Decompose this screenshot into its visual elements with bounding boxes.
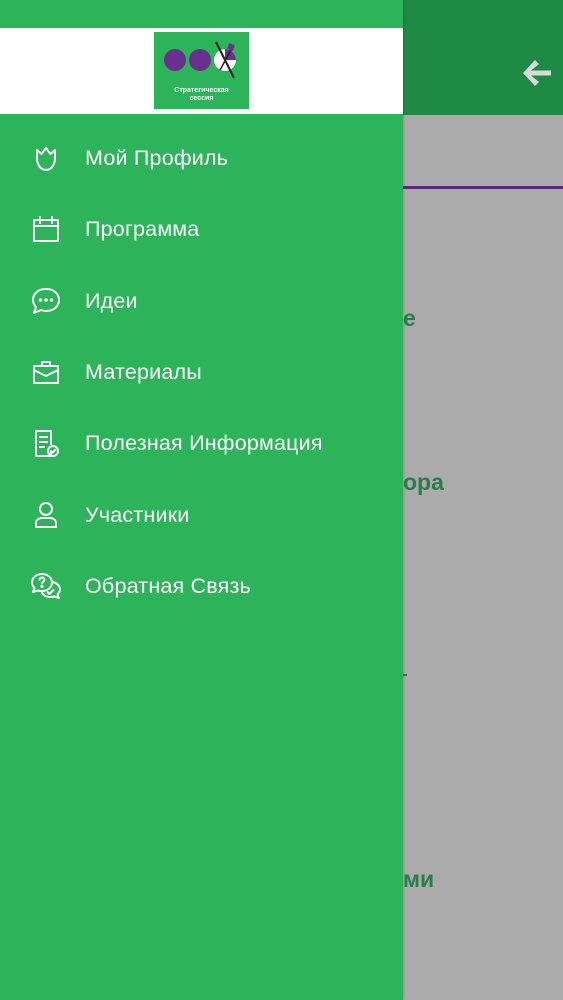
menu-label: Обратная Связь [85,573,251,598]
logo-text-line2: сессия [189,95,214,102]
page-content-card [400,189,563,675]
menu-item-program[interactable]: Программа [0,194,403,265]
logo-mark-icon [163,41,236,79]
menu-label: Мой Профиль [85,146,229,171]
navigation-drawer: Стратегическая сессия Мой Профиль Програ… [0,0,403,1000]
menu-label: Программа [85,217,200,242]
user-crown-icon [29,142,63,176]
menu-item-feedback[interactable]: Обратная Связь [0,551,403,622]
background-text-fragment: ми [403,866,435,892]
menu-item-ideas[interactable]: Идеи [0,266,403,337]
menu-label: Идеи [85,288,138,313]
calendar-icon [29,213,63,247]
back-arrow-icon[interactable] [519,55,555,91]
menu-item-profile[interactable]: Мой Профиль [0,123,403,194]
menu-item-materials[interactable]: Материалы [0,337,403,408]
document-check-icon [29,427,63,461]
logo-text-line1: Стратегическая [174,87,229,94]
person-icon [29,498,63,532]
background-text-fragment: е [403,305,416,331]
drawer-menu: Мой Профиль Программа Идеи Материалы Пол… [0,123,403,622]
background-text-fragment: ора [403,469,444,495]
app-logo: Стратегическая сессия [154,32,249,109]
chat-dots-icon [29,284,63,318]
drawer-header: Стратегическая сессия [0,28,403,114]
menu-item-useful-info[interactable]: Полезная Информация [0,408,403,479]
briefcase-icon [29,356,63,390]
menu-label: Материалы [85,360,202,385]
menu-item-participants[interactable]: Участники [0,479,403,550]
menu-label: Участники [85,502,190,527]
menu-label: Полезная Информация [85,431,323,456]
feedback-chat-icon [29,569,63,603]
